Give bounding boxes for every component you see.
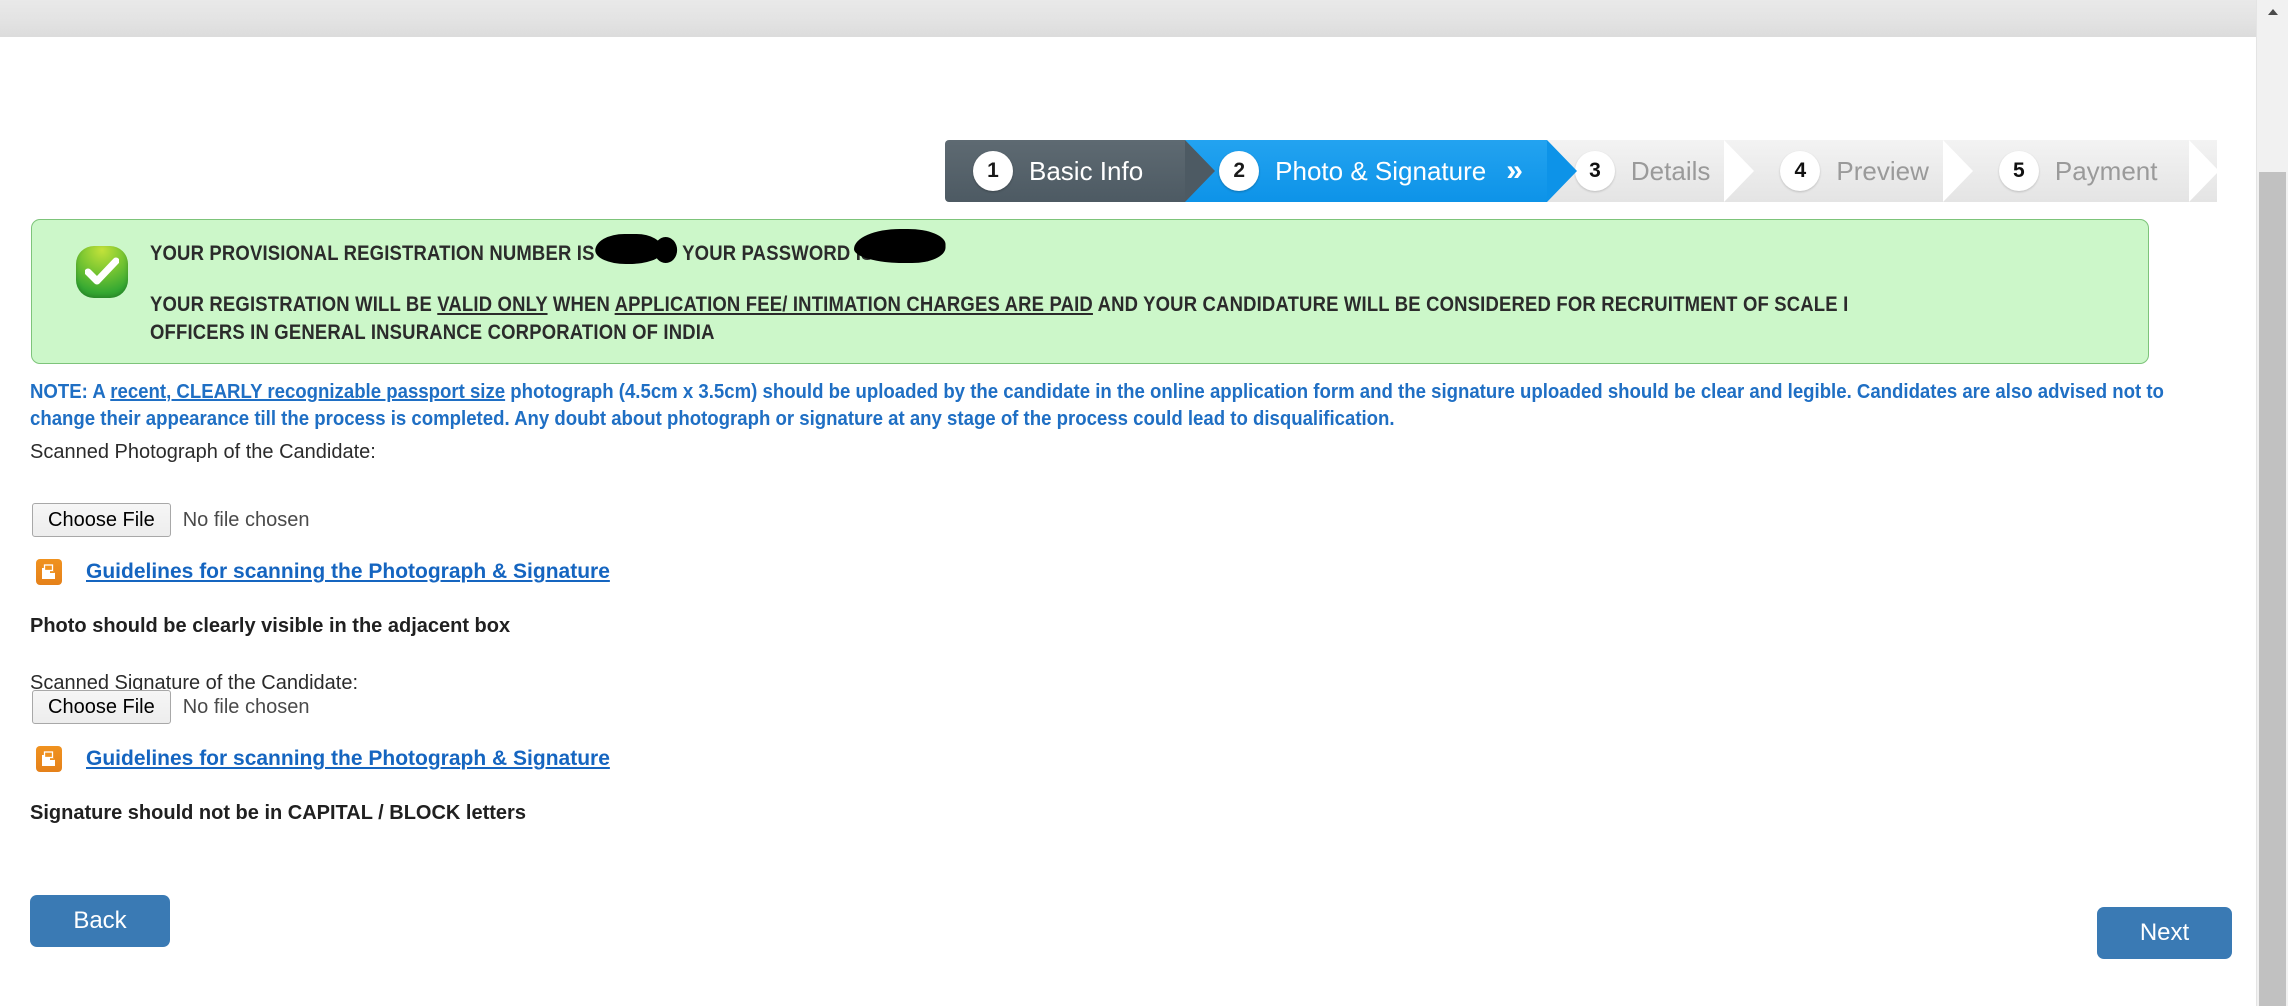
pdf-document-icon <box>36 746 62 772</box>
wizard-progress-steps: 1 Basic Info 2 Photo & Signature » 3 Det… <box>945 140 2220 202</box>
wizard-step-number: 1 <box>973 151 1013 191</box>
banner-reg-number-redaction-dot <box>654 237 678 263</box>
banner-valid-only-emphasis: VALID ONLY <box>437 293 548 317</box>
photograph-field-label: Scanned Photograph of the Candidate: <box>30 441 376 463</box>
wizard-step-number: 4 <box>1780 151 1821 191</box>
wizard-step-number: 3 <box>1574 151 1615 191</box>
photograph-hint: Photo should be clearly visible in the a… <box>30 615 511 637</box>
note-prefix: NOTE: A <box>30 381 111 403</box>
signature-file-status: No file chosen <box>182 695 310 718</box>
wizard-step-preview[interactable]: 4 Preview <box>1752 140 1974 202</box>
pdf-document-icon <box>36 559 62 585</box>
scrollbar-thumb[interactable] <box>2259 172 2286 1006</box>
banner-registration-line: YOUR PROVISIONAL REGISTRATION NUMBER IS … <box>150 229 1891 265</box>
banner-reg-prefix: YOUR PROVISIONAL REGISTRATION NUMBER IS … <box>150 242 632 265</box>
banner-validity-b: WHEN <box>547 293 615 317</box>
signature-choose-file-button[interactable]: Choose File <box>32 690 171 724</box>
wizard-step-payment[interactable]: 5 Payment <box>1970 140 2220 202</box>
wizard-step-number: 5 <box>1998 151 2039 191</box>
next-button[interactable]: Next <box>2097 907 2232 959</box>
success-check-icon <box>76 246 128 298</box>
signature-guidelines-row[interactable]: Guidelines for scanning the Photograph &… <box>36 746 610 772</box>
browser-top-strip <box>0 0 2256 37</box>
vertical-scrollbar[interactable] <box>2256 0 2288 1006</box>
wizard-step-basic-info[interactable]: 1 Basic Info <box>945 140 1216 202</box>
wizard-step-details[interactable]: 3 Details <box>1546 140 1755 202</box>
photograph-guidelines-row[interactable]: Guidelines for scanning the Photograph &… <box>36 559 610 585</box>
registration-success-banner: YOUR PROVISIONAL REGISTRATION NUMBER IS … <box>31 219 2149 364</box>
banner-text: YOUR PROVISIONAL REGISTRATION NUMBER IS … <box>150 229 1891 347</box>
wizard-step-photo-signature[interactable]: 2 Photo & Signature » <box>1185 140 1577 202</box>
wizard-step-label: Payment <box>2054 156 2158 186</box>
wizard-step-label: Photo & Signature <box>1275 156 1487 186</box>
double-chevron-right-icon: » <box>1506 154 1523 187</box>
signature-guidelines-link[interactable]: Guidelines for scanning the Photograph &… <box>86 747 610 771</box>
wizard-step-label: Details <box>1630 156 1711 186</box>
scrollbar-up-arrow-icon[interactable] <box>2257 0 2288 22</box>
banner-validity-a: YOUR REGISTRATION WILL BE <box>150 293 438 317</box>
banner-reg-number-redaction <box>595 234 663 264</box>
back-button[interactable]: Back <box>30 895 170 947</box>
photograph-file-input[interactable]: Choose File No file chosen <box>32 503 309 537</box>
wizard-step-label: Preview <box>1836 156 1929 186</box>
note-underlined-emphasis: recent, CLEARLY recognizable passport si… <box>110 381 506 403</box>
photo-signature-note: NOTE: A recent, CLEARLY recognizable pas… <box>30 379 2197 433</box>
signature-file-input[interactable]: Choose File No file chosen <box>32 690 309 724</box>
page-content: 1 Basic Info 2 Photo & Signature » 3 Det… <box>0 37 2256 1006</box>
photograph-choose-file-button[interactable]: Choose File <box>32 503 171 537</box>
wizard-step-number: 2 <box>1219 151 1260 191</box>
photograph-file-status: No file chosen <box>182 508 310 531</box>
photograph-guidelines-link[interactable]: Guidelines for scanning the Photograph &… <box>86 560 610 584</box>
banner-password-redaction <box>854 229 946 263</box>
banner-application-fee-emphasis: APPLICATION FEE/ INTIMATION CHARGES ARE … <box>614 293 1093 317</box>
wizard-step-label: Basic Info <box>1029 156 1144 186</box>
banner-validity-line: YOUR REGISTRATION WILL BE VALID ONLY WHE… <box>150 291 1891 346</box>
signature-hint: Signature should not be in CAPITAL / BLO… <box>30 802 526 824</box>
